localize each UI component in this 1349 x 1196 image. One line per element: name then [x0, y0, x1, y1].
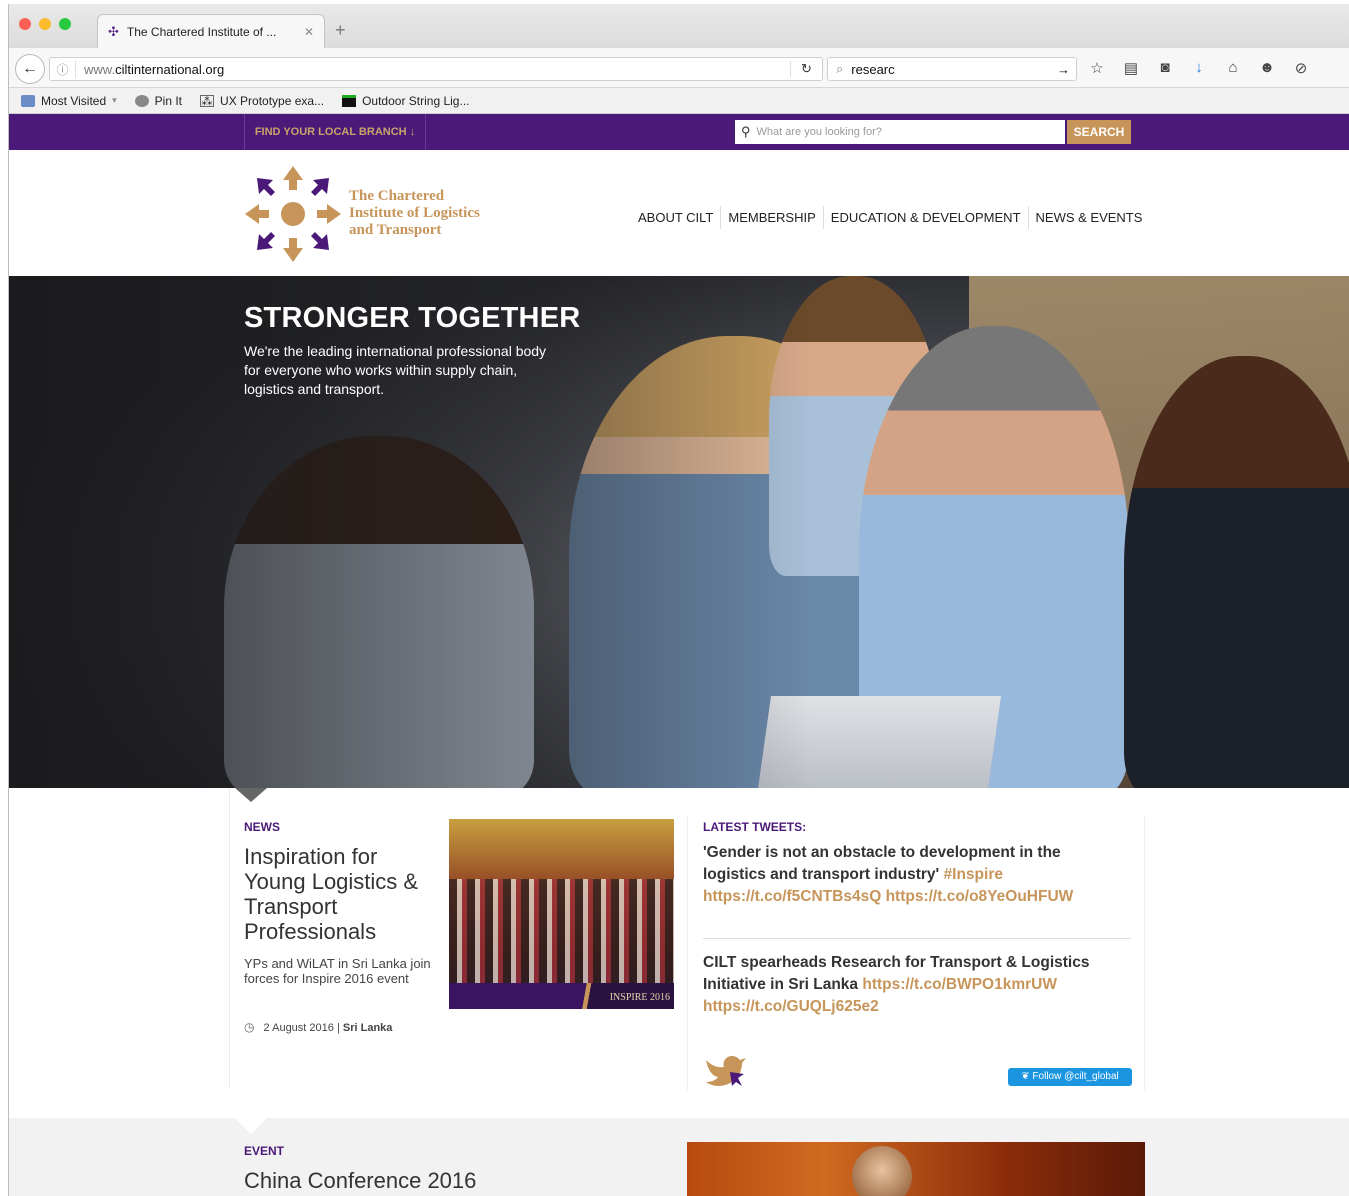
chat-icon[interactable]: ☻ [1257, 59, 1277, 77]
ux-prototype-icon: ⁂ [200, 94, 215, 108]
hero-banner: STRONGER TOGETHER We're the leading inte… [9, 276, 1349, 788]
search-go-arrow-icon[interactable]: → [1057, 62, 1076, 77]
news-location: Sri Lanka [342, 1022, 393, 1034]
tweet-divider [703, 938, 1131, 939]
twitter-icon: ❦ [1021, 1071, 1033, 1082]
tweet-item: CILT spearheads Research for Transport &… [703, 952, 1118, 1018]
nav-education-development[interactable]: EDUCATION & DEVELOPMENT [822, 206, 1028, 229]
toolbar-icons: ☆ ▤ ◙ ↓ ⌂ ☻ ⊘ ≡ [1087, 59, 1349, 77]
logo-line: Institute of Logistics [349, 205, 480, 221]
back-arrow-icon[interactable]: ← [15, 54, 45, 84]
close-tab-icon[interactable]: ✕ [304, 25, 314, 39]
news-title[interactable]: Inspiration for Young Logistics & Transp… [244, 844, 444, 944]
url-text[interactable]: www.ciltinternational.org [76, 62, 790, 77]
new-tab-icon[interactable]: + [335, 20, 346, 41]
home-icon[interactable]: ⌂ [1223, 59, 1243, 77]
hero-text-shade [9, 276, 1349, 788]
minimize-window-button[interactable] [39, 18, 51, 30]
twitter-follow-button[interactable]: ❦ Follow @cilt_global [1008, 1068, 1132, 1086]
pinterest-icon [134, 94, 149, 107]
latest-tweets-panel: LATEST TWEETS: 'Gender is not an obstacl… [687, 816, 1145, 1090]
news-image[interactable]: INSPIRE 2016 [449, 819, 674, 1009]
browser-tab[interactable]: ✣ The Chartered Institute of ... ✕ [97, 14, 325, 48]
nav-about-cilt[interactable]: ABOUT CILT [631, 206, 720, 229]
hero-title: STRONGER TOGETHER [244, 302, 581, 334]
bookmark-label: Pin It [154, 93, 183, 108]
site-top-bar: FIND YOUR LOCAL BRANCH ↓ ⚲ What are you … [9, 114, 1349, 150]
event-title[interactable]: China Conference 2016 [244, 1168, 476, 1194]
news-description: YPs and WiLAT in Sri Lanka join forces f… [244, 956, 431, 986]
event-section: EVENT China Conference 2016 [9, 1118, 1349, 1196]
news-date: 2 August 2016 | [263, 1022, 340, 1034]
tweets-label: LATEST TWEETS: [703, 820, 807, 834]
find-local-branch-link[interactable]: FIND YOUR LOCAL BRANCH ↓ [244, 114, 426, 150]
bookmark-ux-prototype[interactable]: ⁂ UX Prototype exa... [200, 94, 324, 108]
reload-icon[interactable]: ↻ [790, 61, 822, 77]
event-label: EVENT [244, 1144, 285, 1158]
close-window-button[interactable] [19, 18, 31, 30]
twitter-bird-icon [706, 1056, 746, 1086]
bookmark-label: UX Prototype exa... [220, 93, 325, 108]
event-image[interactable] [687, 1142, 1145, 1196]
search-icon: ⌕ [836, 61, 844, 76]
info-icon[interactable]: ⓘ [50, 60, 76, 78]
url-bar[interactable]: ⓘ www.ciltinternational.org ↻ [49, 57, 823, 81]
news-date-line: ◷ 2 August 2016 | Sri Lanka [244, 1020, 392, 1034]
clock-icon: ◷ [244, 1020, 255, 1034]
pocket-icon[interactable]: ◙ [1155, 59, 1175, 77]
bookmark-label: Outdoor String Lig... [362, 93, 470, 108]
tweet-item: 'Gender is not an obstacle to developmen… [703, 842, 1118, 908]
bookmark-most-visited[interactable]: Most Visited ▾ [21, 94, 117, 108]
tracking-protection-icon[interactable]: ⊘ [1291, 59, 1311, 77]
event-image-speaker [852, 1146, 912, 1196]
bookmark-label: Most Visited [41, 93, 107, 108]
browser-search-text: researc [851, 61, 895, 77]
main-navigation: ABOUT CILT MEMBERSHIP EDUCATION & DEVELO… [631, 206, 1149, 229]
tab-bar: ✣ The Chartered Institute of ... ✕ + [9, 4, 1349, 48]
magnifier-icon: ⚲ [741, 124, 751, 139]
most-visited-icon [21, 94, 35, 107]
bookmark-pin-it[interactable]: Pin It [134, 93, 183, 108]
bookmark-outdoor-lights[interactable]: Outdoor String Lig... [342, 94, 469, 108]
logo-line: and Transport [349, 222, 442, 238]
navigation-bar: ← ⓘ www.ciltinternational.org ↻ ⌕ resear… [9, 48, 1349, 88]
logo-line: The Chartered [349, 188, 445, 204]
bookmark-star-icon[interactable]: ☆ [1087, 59, 1107, 77]
news-card[interactable]: NEWS Inspiration for Young Logistics & T… [229, 788, 681, 1088]
bookmarks-bar: Most Visited ▾ Pin It ⁂ UX Prototype exa… [9, 88, 1349, 114]
event-pointer-notch [235, 1118, 267, 1134]
zoom-window-button[interactable] [59, 18, 71, 30]
logo-text[interactable]: The Chartered Institute of Logistics and… [349, 188, 480, 239]
hero-description: We're the leading international professi… [244, 343, 547, 397]
site-search-button[interactable]: SEARCH [1067, 120, 1131, 144]
nav-membership[interactable]: MEMBERSHIP [720, 206, 822, 229]
news-label: NEWS [244, 820, 280, 834]
site-search-placeholder: What are you looking for? [756, 126, 882, 138]
outdoor-lights-icon [342, 94, 357, 107]
follow-label: Follow @cilt_global [1032, 1071, 1119, 1082]
news-image-text: INSPIRE 2016 [609, 992, 670, 1003]
news-tweets-section: NEWS Inspiration for Young Logistics & T… [9, 788, 1349, 1118]
cilt-favicon-icon: ✣ [108, 23, 119, 39]
tab-title: The Chartered Institute of ... [126, 24, 277, 39]
cilt-logo-icon[interactable] [243, 164, 343, 264]
browser-search-input[interactable]: ⌕ researc → [827, 57, 1077, 81]
reading-list-icon[interactable]: ▤ [1121, 59, 1141, 77]
news-image-crowd [449, 879, 674, 989]
site-search-input[interactable]: ⚲ What are you looking for? [735, 120, 1065, 144]
browser-window: ✣ The Chartered Institute of ... ✕ + ← ⓘ… [8, 4, 1349, 1196]
downloads-arrow-icon[interactable]: ↓ [1189, 59, 1209, 77]
nav-news-events[interactable]: NEWS & EVENTS [1027, 206, 1150, 229]
site-header: The Chartered Institute of Logistics and… [9, 150, 1349, 276]
chevron-down-icon: ▾ [112, 95, 117, 105]
tweet-text: 'Gender is not an obstacle to developmen… [703, 844, 1061, 883]
